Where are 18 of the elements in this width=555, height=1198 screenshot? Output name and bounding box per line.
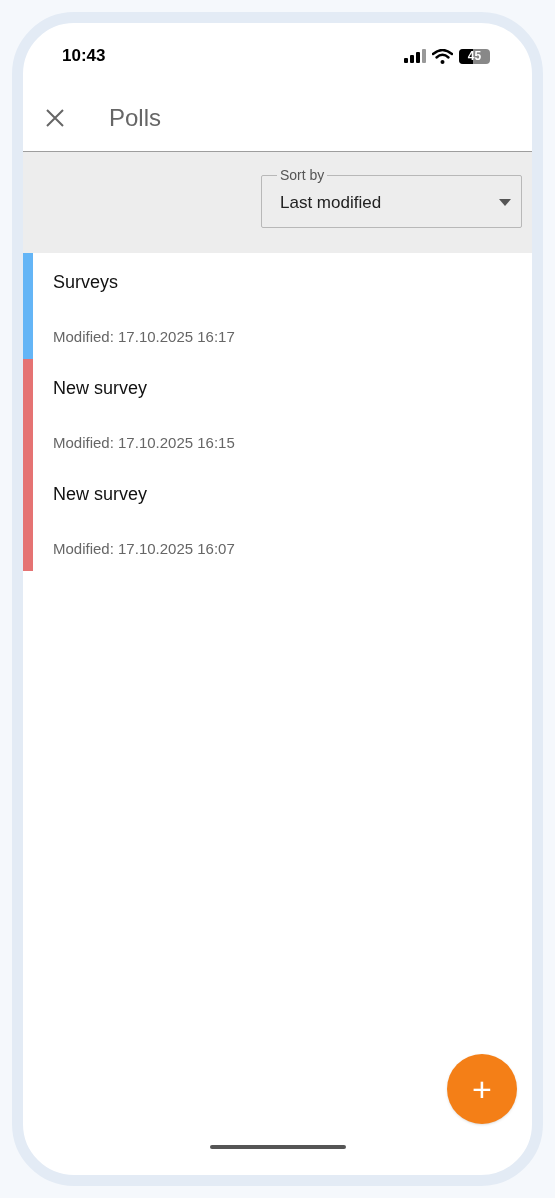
page-title: Polls — [109, 103, 162, 133]
sort-select[interactable]: Sort by Last modified — [261, 168, 522, 228]
modified-date: Modified: 17.10.2025 16:07 — [53, 539, 235, 559]
sort-value: Last modified — [280, 191, 382, 214]
wifi-icon — [432, 48, 453, 64]
dropdown-caret-icon — [499, 199, 511, 206]
poll-title: New survey — [53, 377, 149, 400]
modified-date: Modified: 17.10.2025 16:17 — [53, 327, 235, 347]
poll-item[interactable]: New survey Modified: 17.10.2025 16:15 — [23, 359, 532, 465]
signal-icon — [404, 49, 426, 63]
poll-title: New survey — [53, 483, 149, 506]
sort-label: Sort by — [280, 167, 325, 183]
status-time: 10:43 — [62, 45, 106, 68]
close-icon — [46, 109, 64, 127]
poll-item[interactable]: Surveys Modified: 17.10.2025 16:17 — [23, 253, 532, 359]
modified-date: Modified: 17.10.2025 16:15 — [53, 433, 235, 453]
poll-item[interactable]: New survey Modified: 17.10.2025 16:07 — [23, 465, 532, 571]
poll-title: Surveys — [53, 271, 120, 294]
